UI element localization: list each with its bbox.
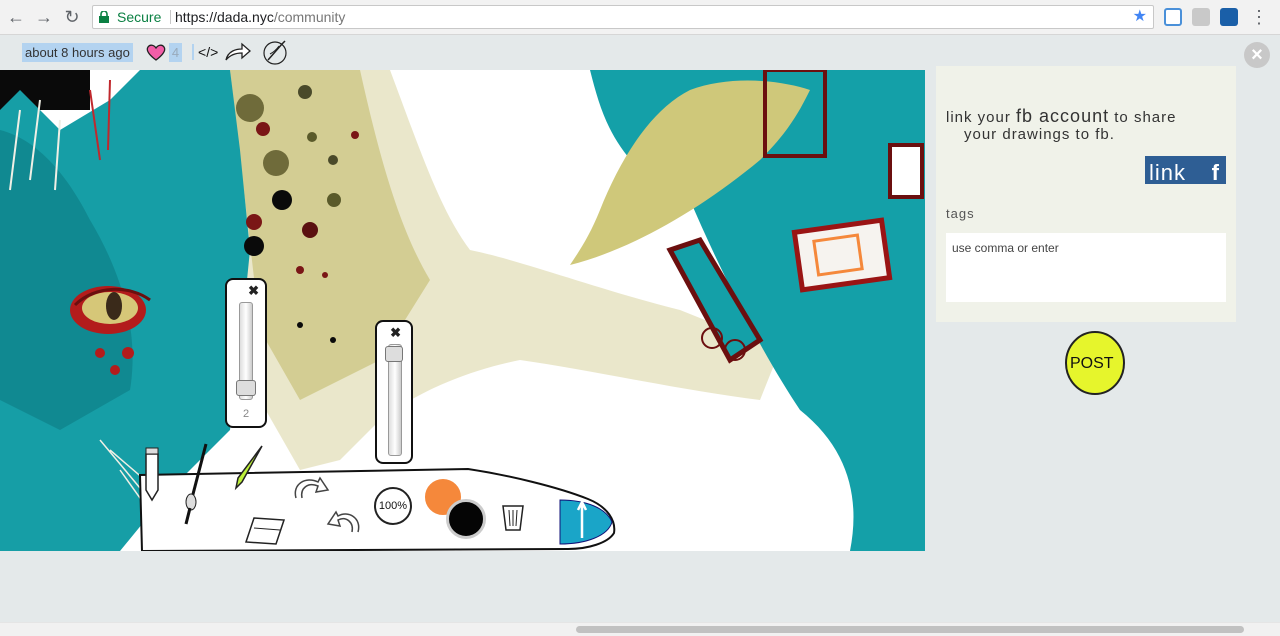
- post-meta: about 8 hours ago 4 </>: [22, 38, 290, 66]
- bookmark-star-icon[interactable]: ★: [1133, 6, 1147, 28]
- fb-text-a: link your: [946, 109, 1017, 126]
- post-label: POST: [1070, 355, 1114, 372]
- lock-icon: [99, 11, 109, 23]
- secure-label: Secure: [117, 9, 162, 25]
- link-facebook-button[interactable]: link f: [1145, 156, 1226, 184]
- fb-text-c: to share: [1109, 109, 1177, 126]
- pencil-tool-icon[interactable]: [142, 446, 162, 502]
- extension-icon-3[interactable]: [1220, 8, 1238, 26]
- opacity-thumb[interactable]: [385, 346, 403, 362]
- brush-tool-icon[interactable]: [180, 442, 210, 526]
- embed-button[interactable]: </>: [192, 44, 218, 60]
- close-icon[interactable]: ✖: [390, 325, 401, 341]
- link-label: link: [1149, 160, 1187, 184]
- back-icon[interactable]: ←: [6, 7, 26, 27]
- remix-brush-icon[interactable]: [262, 38, 290, 66]
- extension-icon-1[interactable]: [1164, 8, 1182, 26]
- post-timestamp: about 8 hours ago: [22, 42, 133, 62]
- url-text: https://dada.nyc/community: [175, 6, 345, 28]
- facebook-icon: f: [1211, 160, 1220, 184]
- horizontal-scrollbar-thumb[interactable]: [576, 626, 1244, 633]
- brush-size-thumb[interactable]: [236, 380, 256, 396]
- opacity-slider[interactable]: ✖: [375, 320, 413, 464]
- tags-input[interactable]: [946, 233, 1226, 302]
- fb-text-d: your drawings to fb.: [964, 126, 1115, 143]
- share-icon[interactable]: [224, 41, 252, 63]
- reload-icon[interactable]: ↻: [62, 7, 82, 27]
- opacity-button[interactable]: 100%: [374, 487, 412, 525]
- heart-icon[interactable]: [145, 42, 167, 62]
- marker-tool-icon[interactable]: [228, 442, 268, 492]
- eraser-tool-icon[interactable]: [242, 514, 286, 548]
- fb-share-text: link your fb account to share your drawi…: [946, 106, 1226, 143]
- upload-post-button[interactable]: [556, 498, 614, 546]
- extension-icon-2[interactable]: [1192, 8, 1210, 26]
- url-host: https://dada.nyc: [175, 9, 274, 25]
- brush-size-slider[interactable]: ✖ 2: [225, 278, 267, 428]
- omnibox-separator: [170, 10, 171, 24]
- browser-menu-icon[interactable]: ⋮: [1250, 6, 1268, 28]
- address-bar[interactable]: Secure https://dada.nyc/community ★: [92, 5, 1154, 29]
- secondary-color-swatch[interactable]: [446, 499, 486, 539]
- trash-icon[interactable]: [500, 500, 526, 532]
- undo-icon[interactable]: [324, 506, 364, 542]
- tags-label: tags: [946, 206, 975, 221]
- fb-text-b: fb account: [1016, 106, 1110, 126]
- redo-icon[interactable]: [290, 474, 332, 506]
- share-panel: link your fb account to share your drawi…: [936, 66, 1236, 322]
- brush-size-value: 2: [242, 408, 250, 420]
- close-icon[interactable]: ×: [1244, 42, 1270, 68]
- close-icon[interactable]: ✖: [248, 283, 259, 299]
- post-button[interactable]: POST: [1064, 330, 1126, 396]
- browser-chrome: ← → ↻ Secure https://dada.nyc/community …: [0, 0, 1280, 35]
- like-count: 4: [168, 42, 183, 62]
- url-path: /community: [273, 9, 346, 25]
- forward-icon[interactable]: →: [34, 7, 54, 27]
